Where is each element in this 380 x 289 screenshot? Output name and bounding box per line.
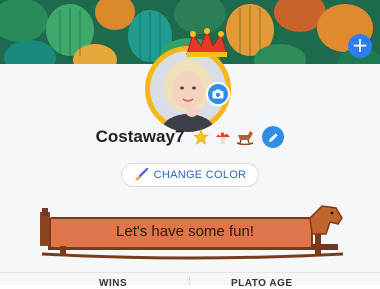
stats-divider xyxy=(189,276,190,285)
star-icon xyxy=(193,129,210,145)
camera-icon xyxy=(212,89,224,99)
jester-hat-icon xyxy=(186,28,228,57)
username-row: Costaway7 xyxy=(0,124,380,150)
edit-profile-button[interactable] xyxy=(262,126,285,148)
mushroom-badge xyxy=(214,128,232,146)
star-badge xyxy=(192,128,210,146)
horse-badge xyxy=(236,128,254,146)
rocking-horse-icon xyxy=(237,131,254,145)
stats-row xyxy=(0,272,380,286)
mushroom-icon xyxy=(216,132,231,144)
paintbrush-icon xyxy=(135,168,148,181)
change-photo-button[interactable] xyxy=(206,82,230,106)
username: Costaway7 xyxy=(95,127,185,146)
plato-age-label: PLATO AGE xyxy=(231,278,293,289)
wins-label: WINS xyxy=(99,278,128,289)
banner-message: Let's have some fun! xyxy=(116,223,254,240)
change-color-button[interactable]: CHANGE COLOR xyxy=(121,163,259,187)
change-color-label: CHANGE COLOR xyxy=(153,169,247,181)
plus-icon: + xyxy=(351,33,369,57)
add-button[interactable]: + xyxy=(348,34,372,58)
pencil-icon xyxy=(268,132,278,142)
